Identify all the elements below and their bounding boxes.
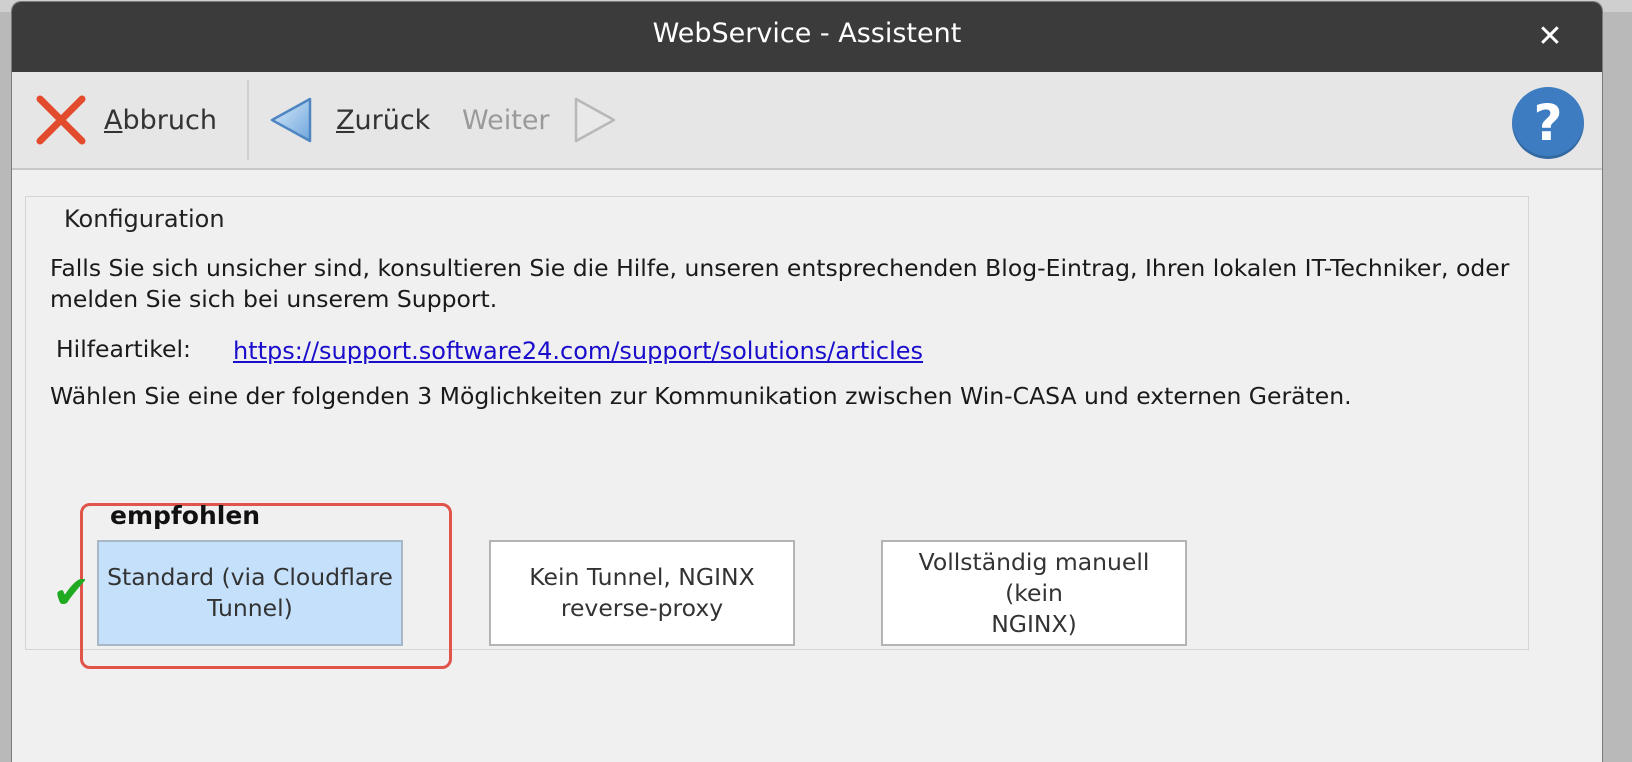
intro-text-line-2: melden Sie sich bei unserem Support.: [50, 285, 498, 313]
option-label: Vollständig manuell (kein NGINX): [889, 547, 1179, 640]
help-article-label: Hilfeartikel:: [56, 335, 191, 363]
option-label-line-1: Standard (via Cloudflare: [107, 563, 393, 591]
right-triangle-icon: [574, 97, 615, 143]
back-label-rest: urück: [354, 104, 431, 136]
close-button[interactable]: ✕: [1530, 16, 1570, 56]
groupbox-title: Konfiguration: [52, 205, 237, 233]
close-icon: ✕: [1537, 18, 1563, 54]
option-label-line-1: Kein Tunnel, NGINX: [529, 563, 755, 591]
help-article-link[interactable]: https://support.software24.com/support/s…: [233, 336, 923, 367]
option-label: Kein Tunnel, NGINX reverse-proxy: [529, 562, 754, 624]
next-label: Weiter: [462, 104, 550, 136]
option-label-line-2: NGINX): [991, 609, 1077, 638]
option-nginx-reverse-proxy[interactable]: Kein Tunnel, NGINX reverse-proxy: [489, 540, 795, 646]
option-label-line-2: Tunnel): [207, 594, 293, 622]
option-label: Standard (via Cloudflare Tunnel): [107, 562, 393, 624]
left-triangle-icon: [270, 97, 312, 143]
title-bar: WebService - Assistent ✕: [12, 2, 1602, 72]
cancel-accel: A: [104, 104, 123, 136]
red-x-icon: [36, 95, 86, 145]
option-fully-manual[interactable]: Vollständig manuell (kein NGINX): [881, 540, 1187, 646]
cancel-label: Abbruch: [104, 105, 217, 136]
option-label-line-2: reverse-proxy: [560, 594, 724, 622]
next-button[interactable]: Weiter: [462, 72, 618, 168]
cancel-label-rest: bbruch: [122, 104, 217, 136]
checkmark-icon: ✔: [52, 565, 91, 619]
toolbar: Abbruch Zurück Weiter ?: [12, 72, 1602, 170]
back-button[interactable]: Zurück: [268, 72, 430, 168]
option-label-line-1: Vollständig manuell (kein: [918, 547, 1150, 607]
configuration-groupbox: Konfiguration Falls Sie sich unsicher si…: [25, 196, 1529, 669]
wizard-window: WebService - Assistent ✕ Abbruch Zurück …: [12, 2, 1602, 762]
back-label: Zurück: [336, 105, 430, 136]
recommended-label: empfohlen: [110, 501, 261, 530]
intro-text-line-1: Falls Sie sich unsicher sind, konsultier…: [50, 254, 1510, 282]
window-title: WebService - Assistent: [652, 18, 962, 49]
question-mark-icon: ?: [1533, 94, 1563, 152]
back-accel: Z: [336, 104, 355, 136]
cancel-button[interactable]: Abbruch: [34, 72, 217, 168]
content-area: Konfiguration Falls Sie sich unsicher si…: [12, 170, 1602, 762]
toolbar-separator: [247, 80, 249, 160]
help-button[interactable]: ?: [1512, 87, 1584, 159]
option-standard-cloudflare[interactable]: Standard (via Cloudflare Tunnel): [97, 540, 403, 646]
choose-option-text: Wählen Sie eine der folgenden 3 Möglichk…: [50, 382, 1352, 410]
